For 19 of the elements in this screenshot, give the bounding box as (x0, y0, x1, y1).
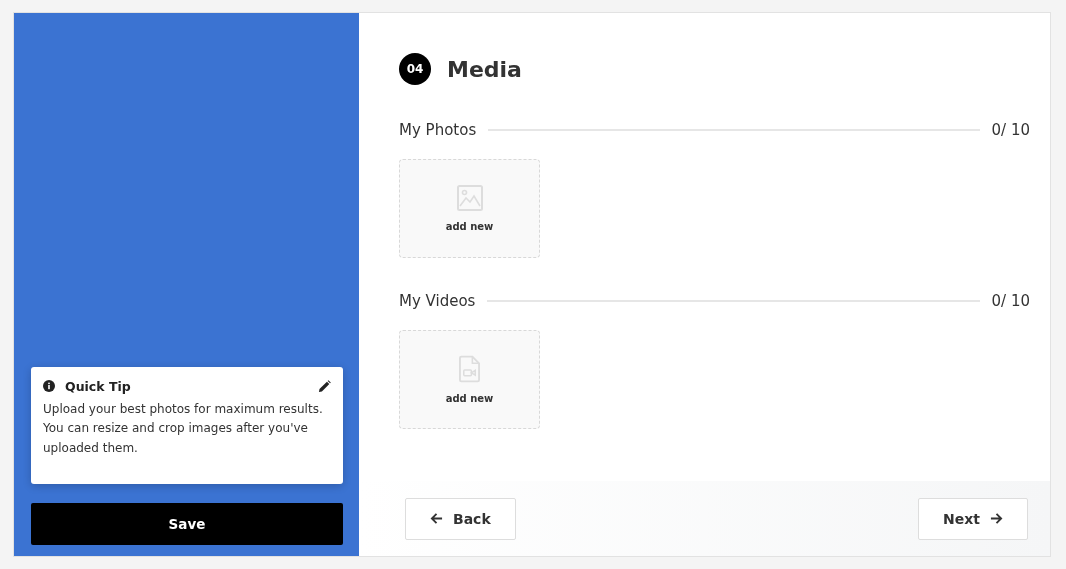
tip-title: Quick Tip (65, 378, 132, 394)
tip-text: Upload your best photos for maximum results. You can resize and crop images after you've uploaded them. (43, 400, 324, 457)
add-new-tile[interactable]: add new (399, 159, 540, 258)
save-button[interactable]: Save (31, 503, 343, 545)
info-icon (43, 380, 55, 392)
video-file-icon (459, 355, 480, 383)
next-button[interactable]: Next (918, 497, 1028, 540)
image-icon (456, 185, 483, 211)
arrow-right-icon (990, 512, 1003, 525)
pencil-icon[interactable] (318, 379, 331, 393)
back-button[interactable]: Back (405, 497, 516, 540)
add-new-tile[interactable]: add new (399, 330, 540, 429)
section-title: My Videos (399, 292, 476, 310)
item-count: 0/ 10 (991, 292, 1030, 310)
item-count: 0/ 10 (991, 121, 1030, 139)
arrow-left-icon (430, 512, 443, 525)
step-title: Media (447, 56, 522, 82)
step-number: 04 (399, 53, 431, 85)
section-title: My Photos (399, 121, 477, 139)
